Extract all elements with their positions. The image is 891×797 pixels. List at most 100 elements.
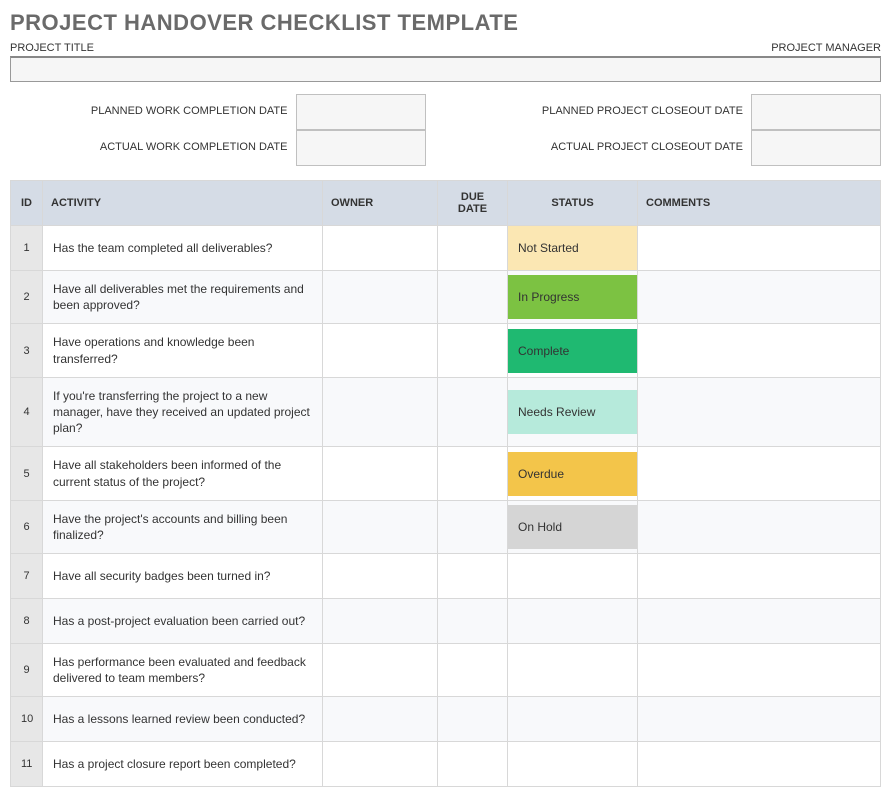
checklist-table: ID ACTIVITY OWNER DUE DATE STATUS COMMEN…: [10, 180, 881, 787]
row-status-cell[interactable]: Needs Review: [508, 377, 638, 447]
table-row: 10Has a lessons learned review been cond…: [11, 697, 881, 742]
row-status-cell[interactable]: Complete: [508, 324, 638, 377]
row-comments[interactable]: [638, 271, 881, 324]
row-comments[interactable]: [638, 226, 881, 271]
row-due-date[interactable]: [438, 226, 508, 271]
header-due: DUE DATE: [438, 181, 508, 226]
planned-work-input[interactable]: [296, 94, 426, 130]
row-comments[interactable]: [638, 697, 881, 742]
row-activity: Have all deliverables met the requiremen…: [43, 271, 323, 324]
row-comments[interactable]: [638, 500, 881, 553]
row-owner[interactable]: [323, 324, 438, 377]
row-id: 9: [11, 644, 43, 697]
row-activity: Has a lessons learned review been conduc…: [43, 697, 323, 742]
row-activity: Has a project closure report been comple…: [43, 742, 323, 787]
row-activity: If you're transferring the project to a …: [43, 377, 323, 447]
row-owner[interactable]: [323, 226, 438, 271]
project-manager-label: PROJECT MANAGER: [771, 42, 881, 54]
planned-closeout-input[interactable]: [751, 94, 881, 130]
row-id: 1: [11, 226, 43, 271]
table-row: 3Have operations and knowledge been tran…: [11, 324, 881, 377]
status-badge: [508, 697, 637, 741]
row-comments[interactable]: [638, 554, 881, 599]
table-row: 6Have the project's accounts and billing…: [11, 500, 881, 553]
row-comments[interactable]: [638, 644, 881, 697]
row-id: 5: [11, 447, 43, 500]
row-status-cell[interactable]: [508, 742, 638, 787]
row-id: 7: [11, 554, 43, 599]
status-badge: [508, 554, 637, 598]
actual-closeout-input[interactable]: [751, 130, 881, 166]
row-due-date[interactable]: [438, 377, 508, 447]
row-id: 6: [11, 500, 43, 553]
status-badge: Needs Review: [508, 390, 637, 434]
row-due-date[interactable]: [438, 697, 508, 742]
header-activity: ACTIVITY: [43, 181, 323, 226]
actual-work-input[interactable]: [296, 130, 426, 166]
actual-closeout-label: ACTUAL PROJECT CLOSEOUT DATE: [466, 135, 752, 160]
row-id: 10: [11, 697, 43, 742]
table-row: 9Has performance been evaluated and feed…: [11, 644, 881, 697]
row-activity: Have operations and knowledge been trans…: [43, 324, 323, 377]
table-row: 7Have all security badges been turned in…: [11, 554, 881, 599]
row-status-cell[interactable]: In Progress: [508, 271, 638, 324]
status-badge: Not Started: [508, 226, 637, 270]
status-badge: [508, 599, 637, 643]
status-badge: [508, 648, 637, 692]
project-title-label: PROJECT TITLE: [10, 42, 94, 54]
header-comments: COMMENTS: [638, 181, 881, 226]
row-due-date[interactable]: [438, 554, 508, 599]
row-activity: Have all stakeholders been informed of t…: [43, 447, 323, 500]
actual-work-label: ACTUAL WORK COMPLETION DATE: [10, 135, 296, 160]
status-badge: Overdue: [508, 452, 637, 496]
row-status-cell[interactable]: Overdue: [508, 447, 638, 500]
row-status-cell[interactable]: [508, 697, 638, 742]
row-due-date[interactable]: [438, 447, 508, 500]
row-due-date[interactable]: [438, 500, 508, 553]
planned-closeout-label: PLANNED PROJECT CLOSEOUT DATE: [466, 99, 752, 124]
table-row: 11Has a project closure report been comp…: [11, 742, 881, 787]
row-owner[interactable]: [323, 644, 438, 697]
row-comments[interactable]: [638, 742, 881, 787]
project-title-input[interactable]: [10, 56, 881, 82]
row-due-date[interactable]: [438, 599, 508, 644]
table-row: 8Has a post-project evaluation been carr…: [11, 599, 881, 644]
row-owner[interactable]: [323, 447, 438, 500]
row-owner[interactable]: [323, 697, 438, 742]
row-comments[interactable]: [638, 447, 881, 500]
status-badge: In Progress: [508, 275, 637, 319]
row-comments[interactable]: [638, 377, 881, 447]
row-activity: Has performance been evaluated and feedb…: [43, 644, 323, 697]
page-title: PROJECT HANDOVER CHECKLIST TEMPLATE: [10, 10, 881, 36]
row-status-cell[interactable]: [508, 554, 638, 599]
row-comments[interactable]: [638, 599, 881, 644]
header-owner: OWNER: [323, 181, 438, 226]
row-activity: Has a post-project evaluation been carri…: [43, 599, 323, 644]
row-status-cell[interactable]: [508, 599, 638, 644]
status-badge: [508, 742, 637, 786]
status-badge: On Hold: [508, 505, 637, 549]
row-due-date[interactable]: [438, 271, 508, 324]
row-id: 3: [11, 324, 43, 377]
row-owner[interactable]: [323, 599, 438, 644]
row-status-cell[interactable]: On Hold: [508, 500, 638, 553]
row-owner[interactable]: [323, 500, 438, 553]
row-status-cell[interactable]: Not Started: [508, 226, 638, 271]
row-id: 11: [11, 742, 43, 787]
row-activity: Have all security badges been turned in?: [43, 554, 323, 599]
row-owner[interactable]: [323, 554, 438, 599]
row-id: 4: [11, 377, 43, 447]
row-due-date[interactable]: [438, 742, 508, 787]
row-due-date[interactable]: [438, 644, 508, 697]
row-due-date[interactable]: [438, 324, 508, 377]
row-owner[interactable]: [323, 271, 438, 324]
row-id: 8: [11, 599, 43, 644]
table-row: 2Have all deliverables met the requireme…: [11, 271, 881, 324]
row-status-cell[interactable]: [508, 644, 638, 697]
header-id: ID: [11, 181, 43, 226]
row-owner[interactable]: [323, 377, 438, 447]
row-comments[interactable]: [638, 324, 881, 377]
row-id: 2: [11, 271, 43, 324]
row-owner[interactable]: [323, 742, 438, 787]
table-row: 1Has the team completed all deliverables…: [11, 226, 881, 271]
